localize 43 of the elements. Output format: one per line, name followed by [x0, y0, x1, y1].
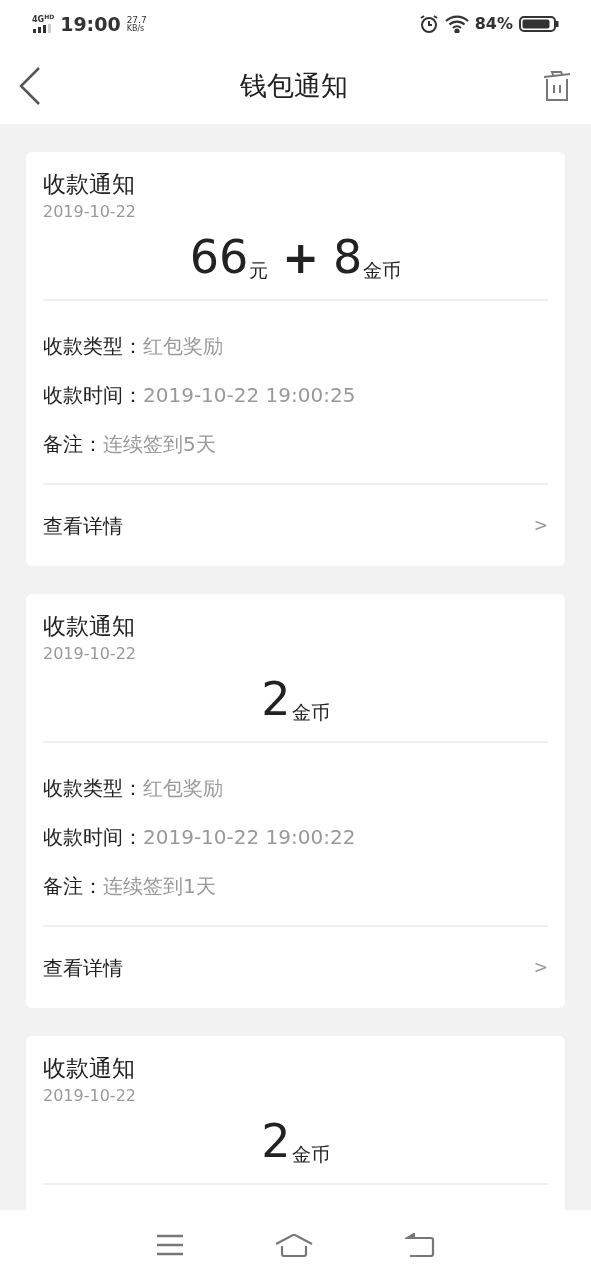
field-value: 2019-10-22 19:00:22 [143, 823, 356, 851]
field-label: 备注： [43, 430, 103, 458]
battery-percent: 84% [474, 13, 513, 35]
field-value: 2019-10-22 19:00:25 [143, 381, 356, 409]
back-nav-icon[interactable] [405, 1233, 436, 1257]
amount-number: 66 [189, 234, 249, 280]
speed-unit: KB/s [126, 24, 146, 33]
alarm-icon [418, 14, 439, 34]
field-label: 备注： [43, 872, 103, 900]
field-value: 连续签到5天 [103, 430, 216, 458]
amount-unit: 元 [249, 261, 269, 280]
card-date: 2019-10-22 [43, 643, 136, 665]
amount-unit: 金币 [291, 703, 330, 722]
amount-unit: 金币 [291, 1145, 330, 1164]
network-speed: 27.7 [126, 15, 147, 25]
signal-icon [32, 23, 52, 33]
card-title: 收款通知 [43, 1053, 135, 1083]
field-label: 收款时间： [43, 823, 143, 851]
amount-number: 8 [333, 234, 363, 280]
network-label: 4G$^{HD}$ [32, 15, 55, 24]
plus-sign: + [282, 236, 320, 280]
view-details-link[interactable]: 查看详情 > [26, 485, 565, 566]
amount-number: 2 [261, 676, 291, 722]
home-icon[interactable] [275, 1233, 314, 1257]
page-title: 钱包通知 [239, 68, 348, 103]
field-label: 收款时间： [43, 381, 143, 409]
field-value: 红包奖励 [143, 332, 223, 360]
amount-number: 2 [261, 1118, 291, 1164]
card-title: 收款通知 [43, 169, 135, 199]
field-value: 连续签到1天 [103, 872, 216, 900]
card-title: 收款通知 [43, 611, 135, 641]
battery-icon [519, 15, 559, 33]
field-label: 收款类型： [43, 774, 143, 802]
clock-time: 19:00 [60, 11, 121, 37]
card-date: 2019-10-22 [43, 1085, 136, 1107]
menu-icon[interactable] [155, 1234, 184, 1256]
wifi-icon [444, 15, 469, 33]
card-date: 2019-10-22 [43, 201, 136, 223]
delete-button[interactable] [541, 69, 573, 103]
field-value: 红包奖励 [143, 774, 223, 802]
field-label: 收款类型： [43, 332, 143, 360]
view-details-link[interactable]: 查看详情 > [26, 927, 565, 1008]
amount-unit: 金币 [363, 261, 402, 280]
